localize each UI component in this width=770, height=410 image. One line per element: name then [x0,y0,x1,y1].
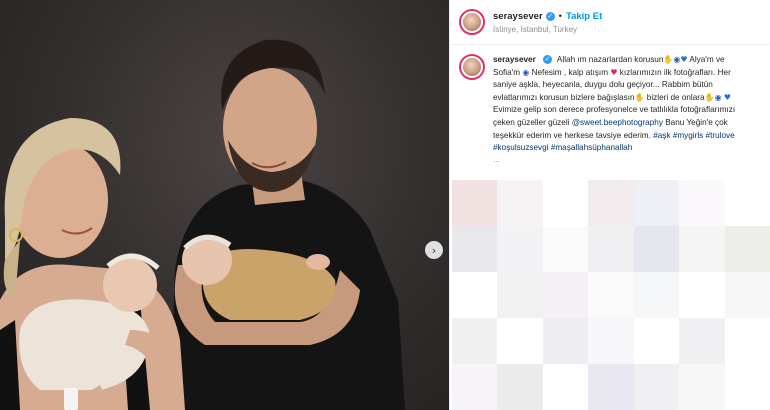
location-link[interactable]: İstinye, İstanbul, Turkey [493,25,602,34]
hashtag-link[interactable]: #trulove [706,131,735,140]
caption-part: bizleri de onlara [646,92,705,102]
separator-dot: • [558,10,562,22]
hashtag-link[interactable]: #mygirls [673,131,703,140]
follow-button[interactable]: Takip Et [566,11,602,22]
caption: seraysever ✓ Allah ım nazarlardan korusu… [459,54,759,165]
post-photo[interactable]: › [0,0,449,410]
blue-heart-icon: ♥ [680,55,688,64]
caption-avatar[interactable] [459,54,485,80]
hashtag-link[interactable]: #aşk [653,131,670,140]
next-photo-button[interactable]: › [425,241,443,259]
caption-part: Allah ım nazarlardan korusun [556,55,664,64]
caption-part: Nefesim , kalp atışım [531,67,609,77]
chevron-right-icon: › [431,243,437,257]
verified-badge-icon: ✓ [545,11,555,21]
caption-username[interactable]: seraysever [493,55,536,64]
caption-more: ... [493,154,500,164]
praying-hands-icon: ✋ [663,55,674,64]
praying-hands-icon: ✋ [634,92,645,102]
avatar[interactable] [459,9,485,35]
post-header: seraysever ✓ • Takip Et İstinye, İstanbu… [450,0,770,45]
blue-heart-icon: ♥ [723,92,731,102]
caption-text: seraysever ✓ Allah ım nazarlardan korusu… [493,54,751,165]
verified-badge-icon: ✓ [543,55,553,65]
praying-hands-icon: ✋ [704,92,715,102]
red-heart-icon: ♥ [610,67,618,77]
hashtag-link[interactable]: #koşulsuzsevgi [493,143,549,152]
header-username[interactable]: seraysever [493,11,543,22]
evil-eye-icon: ◉ [714,92,722,102]
evil-eye-icon: ◉ [522,67,530,77]
family-photo-illustration [0,39,405,410]
mention-link[interactable]: @sweet.beephotography [572,118,663,127]
blurred-comments-area [452,180,770,410]
hashtag-link[interactable]: #maşallahsüphanallah [551,143,632,152]
